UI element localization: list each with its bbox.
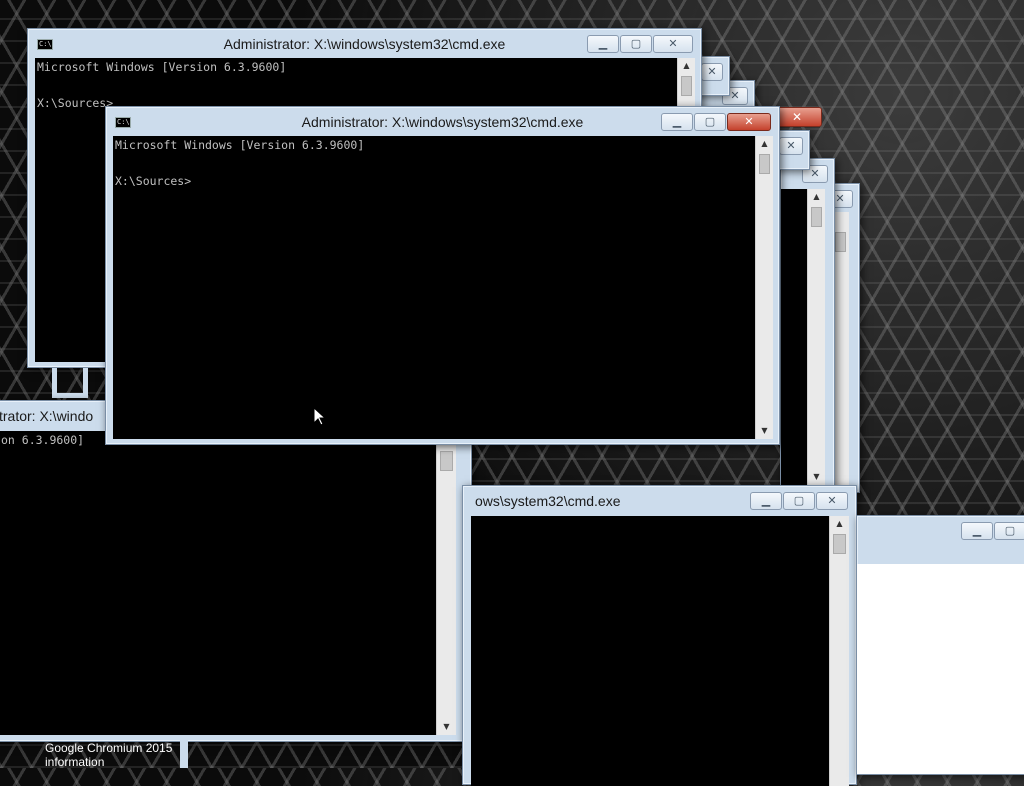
scroll-thumb[interactable] — [681, 76, 692, 96]
white-window-right[interactable]: ▁ ▢ ✕ — [856, 515, 1024, 775]
frame-fragment — [52, 368, 88, 398]
cmd-window-lower-left[interactable]: trator: X:\windo on 6.3.9600] ▼ — [0, 400, 472, 742]
vertical-scrollbar[interactable]: ▲ ▼ — [755, 136, 773, 439]
window-content — [857, 564, 1024, 774]
desktop-item-label[interactable]: Google Chromium 2015 information — [45, 741, 185, 769]
maximize-button[interactable]: ▢ — [694, 113, 726, 131]
close-button[interactable]: ✕ — [727, 113, 771, 131]
vertical-scrollbar[interactable]: ▼ — [436, 431, 456, 735]
stacked-window-right-2[interactable]: ✕ ▲ ▼ — [780, 158, 835, 488]
minimize-button[interactable]: ▁ — [587, 35, 619, 53]
mouse-cursor-icon — [314, 408, 326, 426]
title-bar[interactable]: C:\ Administrator: X:\windows\system32\c… — [106, 107, 779, 137]
minimize-button[interactable]: ▁ — [750, 492, 782, 510]
console-area[interactable] — [781, 189, 807, 485]
console-area[interactable]: on 6.3.9600] — [0, 431, 436, 735]
title-bar[interactable]: C:\ Administrator: X:\windows\system32\c… — [28, 29, 701, 59]
scroll-thumb[interactable] — [811, 207, 822, 227]
scroll-up-arrow[interactable]: ▲ — [678, 58, 695, 74]
scroll-thumb[interactable] — [440, 451, 453, 471]
close-button[interactable]: ✕ — [779, 137, 803, 155]
console-version-line: Microsoft Windows [Version 6.3.9600] — [37, 60, 287, 74]
scroll-up-arrow[interactable]: ▲ — [756, 136, 773, 152]
scroll-thumb[interactable] — [759, 154, 770, 174]
maximize-button[interactable]: ▢ — [620, 35, 652, 53]
vertical-scrollbar[interactable]: ▲ — [829, 516, 849, 786]
maximize-button[interactable]: ▢ — [994, 522, 1024, 540]
cmd-window-main[interactable]: C:\ Administrator: X:\windows\system32\c… — [105, 106, 780, 445]
minimize-button[interactable]: ▁ — [961, 522, 993, 540]
close-button[interactable]: ✕ — [653, 35, 693, 53]
minimize-button[interactable]: ▁ — [661, 113, 693, 131]
vertical-scrollbar[interactable]: ▲ ▼ — [807, 189, 825, 485]
cmd-window-bottom-right[interactable]: ows\system32\cmd.exe ▁ ▢ ✕ ▲ — [462, 485, 857, 786]
scroll-down-arrow[interactable]: ▼ — [756, 423, 773, 439]
scroll-up-arrow[interactable]: ▲ — [830, 516, 849, 532]
console-area[interactable] — [471, 516, 829, 786]
console-area[interactable]: Microsoft Windows [Version 6.3.9600] X:\… — [113, 136, 755, 439]
scroll-thumb[interactable] — [835, 232, 846, 252]
title-bar[interactable]: ows\system32\cmd.exe ▁ ▢ ✕ — [463, 486, 856, 516]
console-prompt: X:\Sources> — [115, 174, 192, 188]
scroll-up-arrow[interactable]: ▲ — [808, 189, 825, 205]
close-button[interactable]: ✕ — [701, 63, 723, 81]
scroll-thumb[interactable] — [833, 534, 846, 554]
scroll-down-arrow[interactable]: ▼ — [437, 719, 456, 735]
maximize-button[interactable]: ▢ — [783, 492, 815, 510]
close-button[interactable]: ✕ — [816, 492, 848, 510]
scroll-down-arrow[interactable]: ▼ — [808, 469, 825, 485]
console-version-line: Microsoft Windows [Version 6.3.9600] — [115, 138, 365, 152]
